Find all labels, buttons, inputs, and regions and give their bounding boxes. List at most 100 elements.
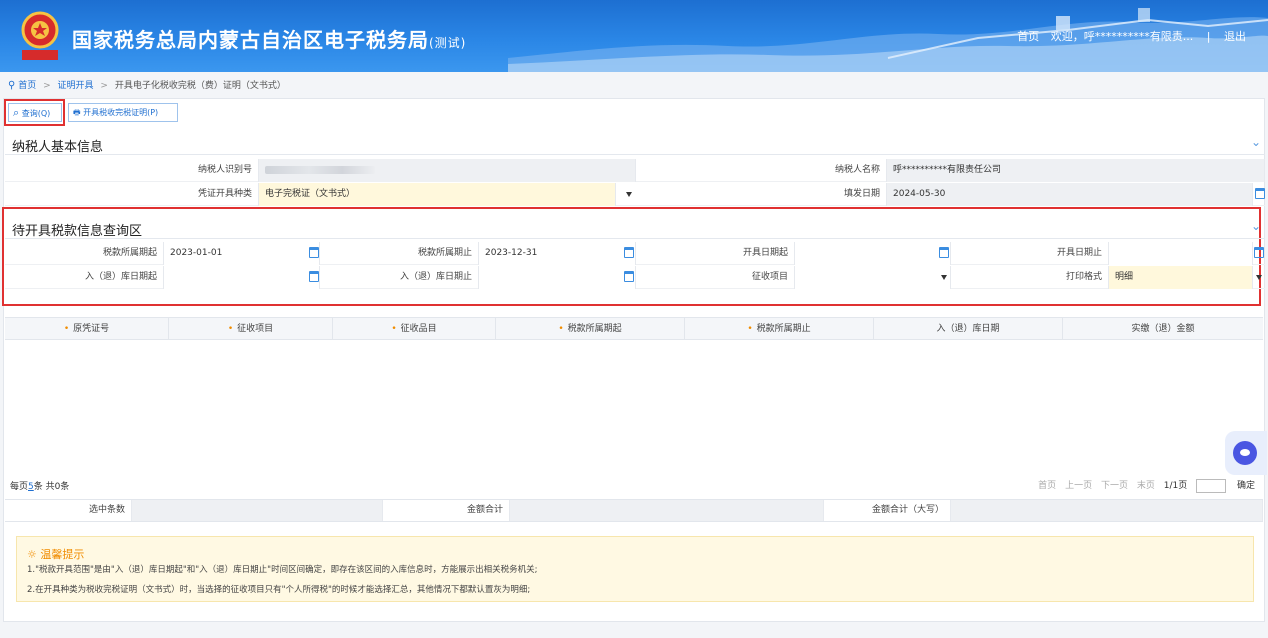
first-page-link[interactable]: 首页 (1038, 481, 1056, 491)
last-page-link[interactable]: 末页 (1137, 481, 1155, 491)
pagination: 每页5条 共0条 首页 上一页 下一页 末页 1/1页 确定 (5, 475, 1263, 497)
tip-line: 1."税款开具范围"是由"入（退）库日期起"和"入（退）库日期止"时间区间确定，… (27, 565, 538, 575)
location-pin-icon: ⚲ (8, 80, 16, 91)
site-header: 国家税务总局内蒙古自治区电子税务局(测试) 首页 欢迎，呼**********有… (0, 0, 1268, 72)
page-size-info: 每页5条 共0条 (10, 482, 70, 492)
field-label: 纳税人识别号 (197, 165, 252, 175)
prev-page-link[interactable]: 上一页 (1065, 481, 1092, 491)
section-title: 待开具税款信息查询区 (12, 224, 143, 239)
print-certificate-button[interactable]: 🖶 开具税收完税证明(P) (68, 103, 178, 122)
printer-icon: 🖶 (73, 108, 81, 117)
amount-total-field (509, 500, 824, 521)
query-button-label: 查询(Q) (21, 109, 51, 118)
section-title: 纳税人基本信息 (12, 140, 104, 155)
search-icon: ⌕ (13, 106, 20, 119)
column-header[interactable]: • 原凭证号 (5, 318, 169, 340)
chevron-down-icon[interactable]: ⌄ (1251, 135, 1261, 149)
levy-item-select[interactable] (794, 266, 951, 289)
redacted-value (265, 165, 375, 174)
breadcrumb-separator: > (100, 81, 108, 91)
column-header[interactable]: 实缴（退）金额 (1063, 318, 1263, 340)
calendar-icon[interactable] (1255, 188, 1265, 199)
issue-end-input[interactable] (1108, 242, 1253, 265)
column-header[interactable]: • 征收品目 (333, 318, 496, 340)
field-label: 凭证开具种类 (197, 189, 252, 199)
dropdown-arrow-icon[interactable] (1256, 275, 1262, 280)
column-header[interactable]: • 税款所属期起 (496, 318, 685, 340)
logout-link[interactable]: 退出 (1224, 30, 1246, 43)
customer-service-button[interactable] (1225, 431, 1267, 475)
chevron-down-icon[interactable]: ⌄ (1251, 219, 1261, 233)
storage-end-input[interactable] (478, 266, 636, 289)
issue-start-input[interactable] (794, 242, 951, 265)
dropdown-arrow-icon[interactable] (941, 275, 947, 280)
selected-count-field (131, 500, 383, 521)
welcome-text: 欢迎，呼**********有限责... (1050, 30, 1194, 43)
field-label: 金额合计（大写） (871, 505, 944, 515)
header-separator: | (1206, 30, 1211, 43)
taxpayer-row-2: 凭证开具种类 电子完税证（文书式） 填发日期 2024-05-30 (5, 183, 1265, 206)
calendar-icon[interactable] (939, 247, 949, 258)
print-format-select[interactable]: 明细 (1108, 266, 1253, 289)
amount-upper-field (950, 500, 1263, 521)
tax-emblem-logo (18, 10, 62, 64)
breadcrumb-home[interactable]: 首页 (18, 81, 36, 91)
field-label: 入（退）库日期起 (84, 272, 157, 282)
dropdown-arrow-icon[interactable] (626, 192, 632, 197)
column-header[interactable]: • 征收项目 (169, 318, 333, 340)
tip-line: 2.在开具种类为税收完税证明（文书式）时，当选择的征收项目只有"个人所得税"的时… (27, 585, 531, 595)
calendar-icon[interactable] (624, 247, 634, 258)
taxpayer-id-field (258, 159, 636, 182)
column-header[interactable]: • 税款所属期止 (685, 318, 874, 340)
taxpayer-row-1: 纳税人识别号 纳税人名称 呼**********有限责任公司 (5, 159, 1265, 182)
tips-box: ☼ 温馨提示 1."税款开具范围"是由"入（退）库日期起"和"入（退）库日期止"… (16, 536, 1254, 602)
page-nav: 首页 上一页 下一页 末页 1/1页 确定 (1032, 478, 1255, 493)
result-table-header: • 原凭证号 • 征收项目 • 征收品目 • 税款所属期起 • 税款所属期止 入（退）库日… (5, 317, 1263, 340)
home-link[interactable]: 首页 (1017, 30, 1039, 43)
field-label: 开具日期止 (1056, 248, 1102, 258)
calendar-icon[interactable] (624, 271, 634, 282)
field-label: 入（退）库日期止 (399, 272, 472, 282)
result-table-body (5, 341, 1263, 473)
next-page-link[interactable]: 下一页 (1101, 481, 1128, 491)
lightbulb-icon: ☼ (27, 548, 37, 561)
taxpayer-name-field: 呼**********有限责任公司 (886, 159, 1265, 182)
chat-bot-icon (1233, 441, 1257, 465)
calendar-icon[interactable] (309, 271, 319, 282)
calendar-icon[interactable] (1254, 247, 1264, 258)
main-panel: ⌕ 查询(Q) 🖶 开具税收完税证明(P) 纳税人基本信息 ⌄ 纳税人识别号 纳… (2, 98, 1265, 622)
breadcrumb-certificate[interactable]: 证明开具 (58, 81, 94, 91)
period-start-input[interactable]: 2023-01-01 (163, 242, 320, 265)
summary-row: 选中条数 金额合计 金额合计（大写） (5, 499, 1263, 522)
field-label: 纳税人名称 (834, 165, 880, 175)
field-label: 打印格式 (1065, 272, 1102, 282)
header-links: 首页 欢迎，呼**********有限责... | 退出 (1009, 28, 1246, 44)
field-label: 税款所属期止 (417, 248, 472, 258)
query-button[interactable]: ⌕ 查询(Q) (8, 103, 62, 122)
site-title: 国家税务总局内蒙古自治区电子税务局(测试) (72, 28, 467, 52)
query-row-1: 税款所属期起 2023-01-01 税款所属期止 2023-12-31 开具日期… (5, 242, 1265, 265)
page-indicator: 1/1页 (1163, 481, 1188, 491)
query-row-2: 入（退）库日期起 入（退）库日期止 征收项目 打印格式 明细 (5, 266, 1265, 289)
field-label: 税款所属期起 (102, 248, 157, 258)
taxpayer-section-header[interactable]: 纳税人基本信息 ⌄ (5, 131, 1265, 155)
tips-title: ☼ 温馨提示 (27, 548, 85, 561)
field-label: 开具日期起 (742, 248, 788, 258)
period-end-input[interactable]: 2023-12-31 (478, 242, 636, 265)
page-number-input[interactable] (1196, 478, 1227, 493)
column-header[interactable]: 入（退）库日期 (874, 318, 1063, 340)
print-button-label: 开具税收完税证明(P) (83, 108, 159, 117)
fill-date-field: 2024-05-30 (886, 183, 1253, 206)
calendar-icon[interactable] (309, 247, 319, 258)
breadcrumb-separator: > (43, 81, 51, 91)
field-label: 金额合计 (466, 505, 503, 515)
field-label: 征收项目 (751, 272, 788, 282)
cert-type-select[interactable]: 电子完税证（文书式） (258, 183, 616, 206)
field-label: 选中条数 (88, 505, 125, 515)
storage-start-input[interactable] (163, 266, 320, 289)
breadcrumb: ⚲ 首页 > 证明开具 > 开具电子化税收完税（费）证明（文书式） (8, 78, 286, 91)
page-confirm-button[interactable]: 确定 (1237, 481, 1255, 491)
breadcrumb-current: 开具电子化税收完税（费）证明（文书式） (114, 81, 286, 91)
query-section-header[interactable]: 待开具税款信息查询区 ⌄ (5, 215, 1265, 239)
field-label: 填发日期 (843, 189, 880, 199)
